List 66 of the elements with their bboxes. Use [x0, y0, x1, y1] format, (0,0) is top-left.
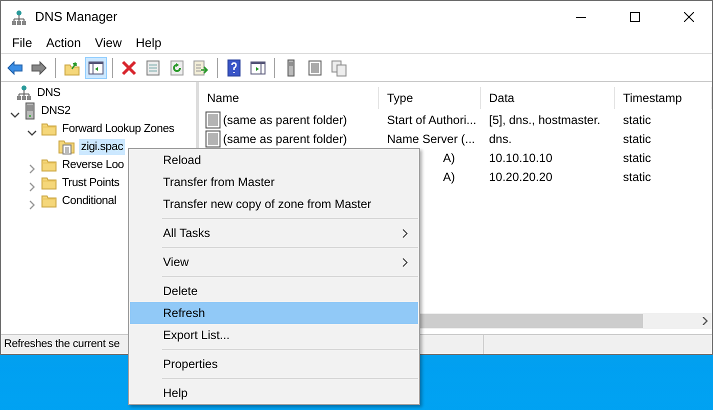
tree-pane-button[interactable]: [85, 56, 107, 78]
table-cell-text: static: [622, 130, 652, 148]
zone-icon: [58, 139, 76, 155]
back-icon: [6, 58, 24, 76]
menu-item[interactable]: Action: [39, 34, 88, 52]
tree-pane-icon: [87, 58, 105, 76]
folder-icon: [41, 158, 57, 172]
table-cell-text: Start of Authori...: [386, 112, 478, 128]
table-cell-text: static: [622, 150, 652, 166]
app-icon: [11, 10, 27, 26]
delete-icon: [120, 58, 138, 76]
tree-item[interactable]: Forward Lookup Zones: [60, 121, 176, 137]
menu-item[interactable]: Help: [130, 382, 418, 404]
table-cell-text: Name Server (...: [386, 130, 476, 148]
export-icon: [192, 58, 210, 76]
menu-item[interactable]: Transfer new copy of zone from Master: [130, 193, 418, 215]
menu-item[interactable]: Help: [128, 34, 168, 52]
table-cell-text: A): [442, 168, 456, 186]
column-header[interactable]: Name: [199, 87, 379, 109]
server-icon: [24, 102, 36, 120]
tree-item[interactable]: Reverse Loo: [60, 157, 126, 173]
action-pane-icon: [249, 58, 267, 76]
menu-item[interactable]: Properties: [130, 353, 418, 375]
window-title: DNS Manager: [35, 8, 118, 26]
tree-item[interactable]: Conditional: [60, 193, 118, 209]
forward-icon: [30, 58, 48, 76]
refresh-icon: [168, 58, 186, 76]
tree-item[interactable]: DNS: [35, 85, 62, 101]
table-cell-text: [5], dns., hostmaster.: [488, 112, 602, 128]
tree-item[interactable]: zigi.spac: [79, 139, 126, 155]
close-icon: [684, 12, 694, 22]
menu-item[interactable]: Refresh: [130, 302, 418, 324]
properties-icon: [144, 58, 162, 76]
menu-item[interactable]: Delete: [130, 280, 418, 302]
column-header[interactable]: Data: [481, 87, 615, 109]
dns-icon: [16, 85, 32, 101]
record-icon: [205, 130, 221, 148]
table-cell-text: (same as parent folder): [223, 112, 348, 128]
table-cell-text: 10.20.20.20: [488, 168, 554, 186]
folder-icon: [41, 176, 57, 190]
menu-item[interactable]: Reload: [130, 149, 418, 171]
copy-icon: [330, 58, 348, 76]
menu-item[interactable]: View: [130, 251, 418, 273]
folder-icon: [41, 122, 57, 136]
table-cell-text: static: [622, 112, 652, 128]
table-cell-text: A): [442, 150, 456, 166]
help-icon: [225, 58, 243, 76]
scroll-right-icon[interactable]: [702, 317, 708, 325]
table-cell-text: 10.10.10.10: [488, 150, 554, 166]
column-header[interactable]: Timestamp: [615, 87, 712, 109]
maximize-icon: [630, 12, 640, 22]
table-cell-text: (same as parent folder): [223, 130, 348, 148]
menu-item[interactable]: Export List...: [130, 324, 418, 346]
table-cell-text: dns.: [488, 130, 513, 148]
column-header[interactable]: Type: [379, 87, 481, 109]
tree-item[interactable]: Trust Points: [60, 175, 122, 191]
menu-item[interactable]: File: [5, 34, 40, 52]
list-icon: [306, 58, 324, 76]
table-cell-text: static: [622, 168, 652, 186]
menu-item[interactable]: All Tasks: [130, 222, 418, 244]
menu-item[interactable]: View: [88, 34, 129, 52]
status-text: Refreshes the current se: [3, 337, 120, 352]
record-icon: [205, 110, 221, 128]
menu-item[interactable]: Transfer from Master: [130, 171, 418, 193]
tree-item[interactable]: DNS2: [39, 103, 72, 119]
folder-icon: [41, 194, 57, 208]
